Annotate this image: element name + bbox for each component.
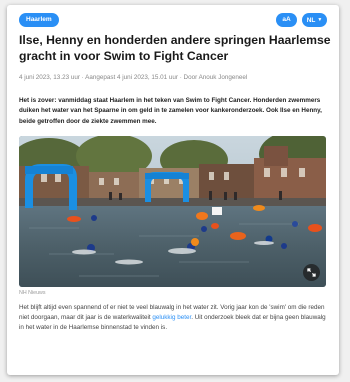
text-size-button[interactable]: aA <box>276 13 297 27</box>
language-button[interactable]: NL ▼ <box>302 13 327 27</box>
expand-icon <box>307 268 316 277</box>
expand-image-button[interactable] <box>303 264 320 281</box>
article-body: Het blijft altijd even spannend of er ni… <box>19 303 331 334</box>
article-lead: Het is zover: vanmiddag staat Haarlem in… <box>19 97 322 125</box>
swimmers-canal-photo <box>19 136 326 287</box>
image-credit: NH Nieuws <box>19 290 46 296</box>
article-title: Ilse, Henny en honderden andere springen… <box>19 33 331 63</box>
chevron-down-icon: ▼ <box>317 17 323 23</box>
language-label: NL <box>306 17 316 24</box>
category-badge[interactable]: Haarlem <box>19 13 59 27</box>
body-link[interactable]: gelukkig beter <box>152 314 191 321</box>
article-photo <box>19 136 326 287</box>
article-meta: 4 juni 2023, 13.23 uur · Aangepast 4 jun… <box>19 74 248 81</box>
article-card: Haarlem aA NL ▼ Ilse, Henny en honderden … <box>7 5 339 375</box>
article-topbar: Haarlem aA NL ▼ <box>19 13 327 27</box>
